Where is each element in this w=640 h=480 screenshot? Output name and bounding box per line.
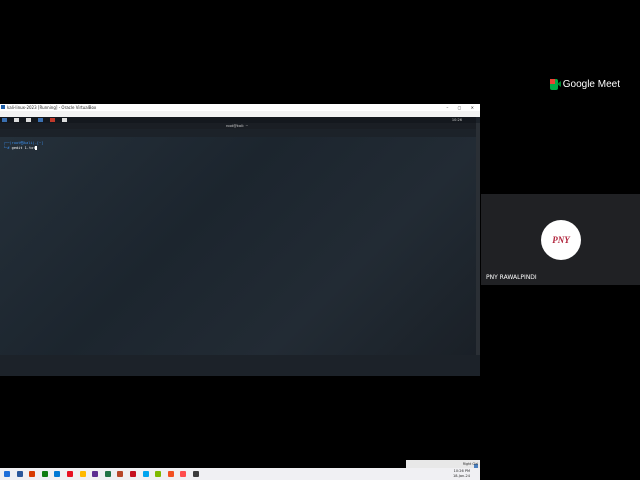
prompt-line-2: └─# gedit 1.txt: [3, 146, 38, 150]
taskbar-app-icon[interactable]: [4, 471, 10, 477]
terminal-cursor: [35, 146, 38, 150]
taskbar-app-icon[interactable]: [142, 471, 149, 477]
terminal-title: root@kali: ~: [226, 124, 249, 128]
taskbar-app-icon[interactable]: [104, 471, 111, 477]
taskbar-app-icon[interactable]: [180, 471, 187, 477]
taskbar-app-icon[interactable]: [155, 471, 162, 477]
tray-clock[interactable]: 10:26 PM 18-Jan-24: [453, 469, 470, 479]
taskbar-app-icon[interactable]: [67, 471, 73, 477]
taskbar-app-icon[interactable]: [79, 471, 86, 477]
virtualbox-title: kali-linux-2023 [Running] - Oracle Virtu…: [7, 105, 97, 110]
taskbar-app-icon[interactable]: [92, 471, 99, 477]
taskbar-app-icon[interactable]: [167, 471, 174, 477]
meet-logo-text: Google Meet: [562, 78, 620, 90]
terminal-titlebar: root@kali: ~: [0, 123, 476, 129]
kali-menu-icon[interactable]: [2, 118, 7, 122]
taskbar-app-icon[interactable]: [54, 471, 61, 477]
shared-screen: kali-linux-2023 [Running] - Oracle Virtu…: [0, 104, 480, 480]
workspace-icon[interactable]: [62, 118, 68, 122]
taskbar-app-icon[interactable]: [130, 471, 136, 477]
virtualbox-statusbar: Right Ctrl: [406, 460, 480, 468]
taskbar-app-icon[interactable]: [41, 471, 48, 477]
terminal-command: gedit 1.txt: [11, 146, 36, 150]
participant-tile[interactable]: PNY PNY RAWALPINDI: [481, 194, 640, 285]
terminal-launcher-icon[interactable]: [14, 118, 20, 122]
tray-date: 18-Jan-24: [452, 474, 470, 478]
meet-camera-icon: [550, 78, 561, 90]
participant-name: PNY RAWALPINDI: [486, 274, 537, 281]
window-controls[interactable]: – ▢ ✕: [446, 104, 478, 111]
taskbar-app-icon[interactable]: [16, 471, 23, 477]
terminal-body[interactable]: ┌──(root㉿kali)-[~] └─# gedit 1.txt: [0, 137, 476, 355]
prompt-symbol: └─#: [3, 146, 12, 150]
virtualbox-app-icon: [1, 105, 5, 109]
taskbar-app-icon[interactable]: [29, 471, 36, 477]
windows-taskbar: 10:26 PM 18-Jan-24: [0, 468, 480, 480]
virtualbox-titlebar[interactable]: kali-linux-2023 [Running] - Oracle Virtu…: [0, 104, 480, 111]
browser-icon[interactable]: [50, 118, 56, 122]
terminal-scrollbar[interactable]: [476, 123, 480, 355]
taskbar-app-icon[interactable]: [117, 471, 124, 477]
text-editor-icon[interactable]: [38, 118, 44, 122]
file-manager-icon[interactable]: [26, 118, 32, 122]
google-meet-logo: Google Meet: [550, 76, 620, 92]
host-key-label: Right Ctrl: [462, 462, 478, 466]
taskbar-app-icon[interactable]: [193, 471, 199, 477]
participant-avatar: PNY: [541, 220, 581, 260]
